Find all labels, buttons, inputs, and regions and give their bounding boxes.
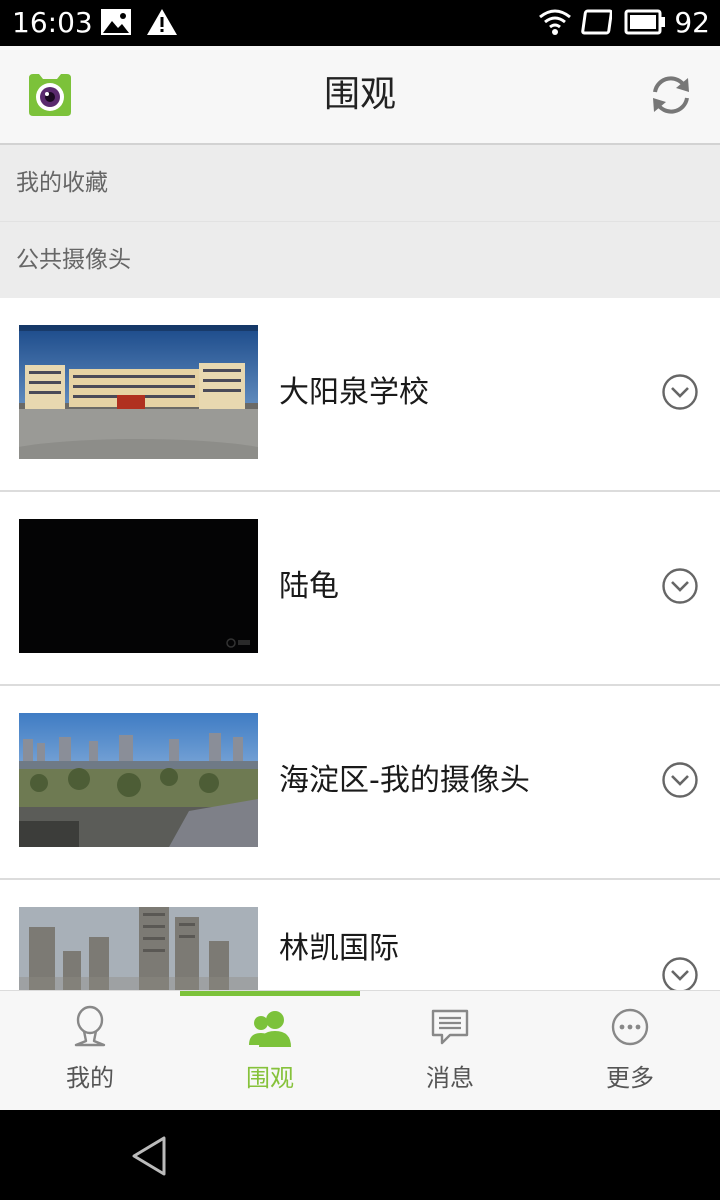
- system-nav-bar: [0, 1110, 720, 1200]
- nav-item-messages[interactable]: 消息: [360, 991, 540, 1111]
- status-bar: 16:03 92: [0, 0, 720, 46]
- back-icon[interactable]: [128, 1134, 172, 1178]
- nav-label: 更多: [606, 1064, 654, 1092]
- nav-item-mine[interactable]: 我的: [0, 991, 180, 1111]
- section-favorites[interactable]: 我的收藏: [0, 145, 720, 222]
- nav-label: 我的: [66, 1064, 114, 1092]
- camera-name: 海淀区-我的摄像头: [279, 763, 530, 798]
- camera-list-item[interactable]: 海淀区-我的摄像头: [0, 686, 720, 880]
- battery-icon: [624, 9, 665, 35]
- app-header: 围观: [0, 46, 720, 145]
- chevron-down-icon[interactable]: [661, 373, 699, 411]
- status-time: 16:03: [12, 6, 93, 39]
- chevron-down-icon[interactable]: [661, 761, 699, 799]
- camera-list-item[interactable]: 陆龟: [0, 492, 720, 686]
- camera-list-item[interactable]: 林凯国际: [0, 880, 720, 990]
- image-icon: [101, 9, 131, 35]
- warning-icon: [147, 9, 177, 35]
- camera-list-item[interactable]: 大阳泉学校: [0, 298, 720, 492]
- nav-item-more[interactable]: 更多: [540, 991, 720, 1111]
- chevron-down-icon[interactable]: [661, 567, 699, 605]
- message-icon: [431, 1009, 469, 1045]
- user-icon: [74, 1005, 106, 1047]
- section-public-cameras-label: 公共摄像头: [16, 247, 131, 273]
- camera-thumbnail[interactable]: [19, 325, 258, 459]
- camera-thumbnail[interactable]: [19, 713, 258, 847]
- section-public-cameras[interactable]: 公共摄像头: [0, 222, 720, 298]
- nav-item-watch[interactable]: 围观: [180, 991, 360, 1111]
- more-icon: [611, 1008, 649, 1046]
- camera-name: 陆龟: [279, 569, 339, 604]
- nav-label: 消息: [426, 1064, 474, 1092]
- section-favorites-label: 我的收藏: [16, 170, 108, 196]
- page-title: 围观: [323, 74, 396, 115]
- nav-label: 围观: [246, 1064, 294, 1092]
- camera-thumbnail[interactable]: [19, 519, 258, 653]
- refresh-icon[interactable]: [648, 72, 694, 118]
- battery-percent: 92: [674, 6, 710, 39]
- camera-name: 大阳泉学校: [279, 375, 429, 410]
- camera-thumbnail[interactable]: [19, 907, 258, 990]
- group-icon: [249, 1011, 291, 1047]
- screen-icon: [581, 9, 612, 35]
- wifi-icon: [539, 9, 571, 35]
- bottom-nav: 我的 围观 消息 更多: [0, 990, 720, 1111]
- camera-list[interactable]: 大阳泉学校 陆龟 海淀区-我的摄像头 林凯国际: [0, 298, 720, 990]
- camera-name: 林凯国际: [279, 931, 399, 966]
- chevron-down-icon[interactable]: [661, 956, 699, 990]
